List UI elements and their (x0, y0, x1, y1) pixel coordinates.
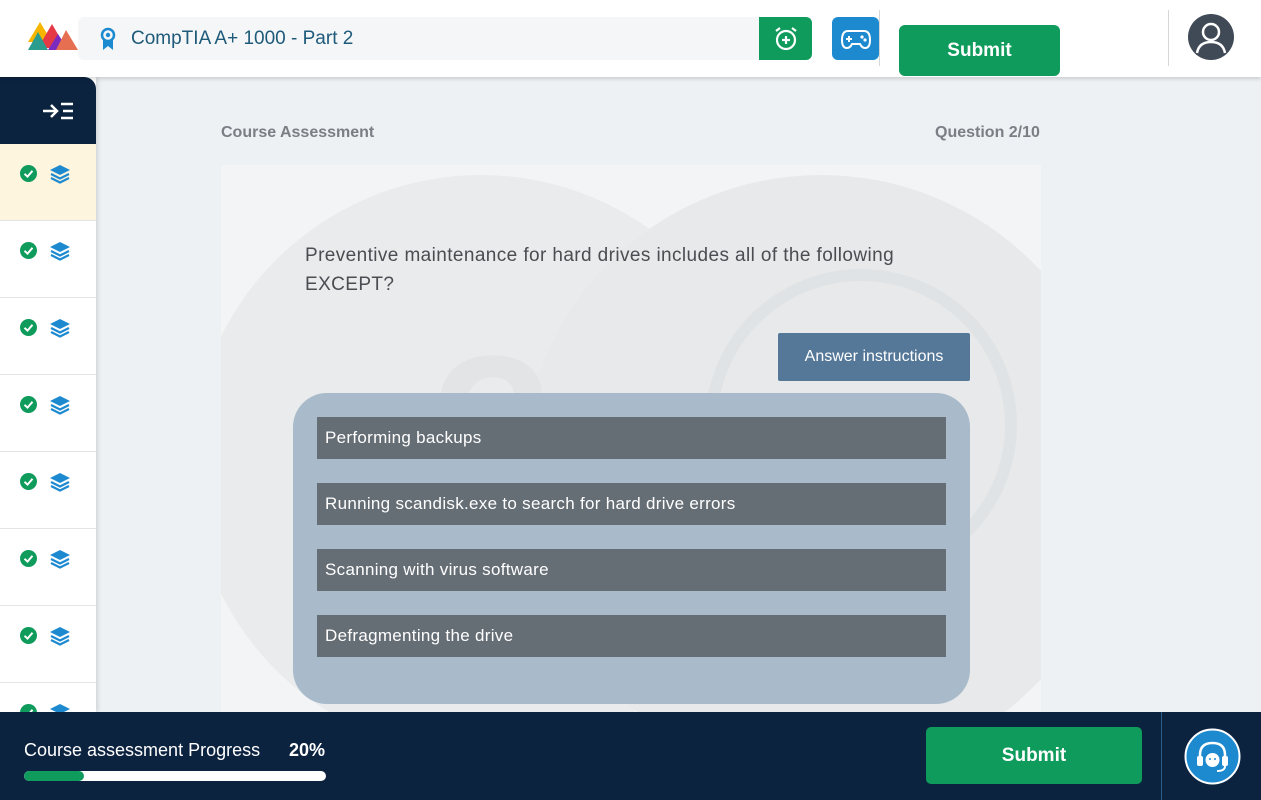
layers-icon (50, 627, 70, 646)
header-divider (879, 10, 880, 66)
progress-bar-fill (24, 771, 85, 781)
footer-divider (1161, 712, 1162, 800)
arrow-right-list-icon (43, 102, 73, 119)
progress-percent: 20% (289, 740, 326, 760)
answer-option[interactable]: Scanning with virus software (317, 549, 946, 591)
submit-button-top[interactable]: Submit (899, 25, 1060, 76)
sidebar (0, 77, 96, 712)
sidebar-item[interactable] (0, 221, 96, 298)
layers-icon (50, 473, 70, 492)
top-header: CompTIA A+ 1000 - Part 2 Submit (0, 0, 1261, 77)
section-label: Course Assessment (221, 124, 375, 141)
footer-bar: Course assessment Progress 20% Submit (0, 712, 1261, 800)
game-button[interactable] (832, 17, 879, 60)
sidebar-toggle[interactable] (0, 77, 96, 144)
check-circle-icon (20, 627, 37, 644)
course-title: CompTIA A+ 1000 - Part 2 (131, 27, 354, 49)
submit-button-bottom[interactable]: Submit (926, 727, 1142, 784)
layers-icon (50, 319, 70, 338)
sidebar-item[interactable] (0, 144, 96, 221)
sidebar-item[interactable] (0, 529, 96, 606)
sidebar-list (0, 144, 96, 712)
check-circle-icon (20, 319, 37, 336)
headset-support-icon[interactable] (1184, 728, 1241, 785)
course-title-bar: CompTIA A+ 1000 - Part 2 (78, 17, 760, 60)
check-circle-icon (20, 550, 37, 567)
question-text: Preventive maintenance for hard drives i… (305, 245, 895, 295)
check-circle-icon (20, 396, 37, 413)
gamepad-icon (840, 29, 871, 49)
logo-icon (28, 22, 78, 50)
alarm-button[interactable] (759, 17, 812, 60)
check-circle-icon (20, 704, 37, 712)
alarm-clock-plus-icon (774, 26, 797, 50)
answer-instructions-button[interactable]: Answer instructions (778, 333, 970, 381)
check-circle-icon (20, 473, 37, 490)
question-counter: Question 2/10 (935, 124, 1040, 141)
progress-label: Course assessment Progress (24, 740, 261, 760)
progress-bar (24, 771, 326, 781)
check-circle-icon (20, 165, 37, 182)
check-circle-icon (20, 242, 37, 259)
layers-icon (50, 396, 70, 415)
layers-icon (50, 704, 70, 712)
sidebar-item[interactable] (0, 606, 96, 683)
answer-option[interactable]: Running scandisk.exe to search for hard … (317, 483, 946, 525)
answer-option[interactable]: Defragmenting the drive (317, 615, 946, 657)
user-avatar-icon[interactable] (1188, 14, 1234, 60)
layers-icon (50, 242, 70, 261)
sidebar-item[interactable] (0, 375, 96, 452)
sidebar-item[interactable] (0, 452, 96, 529)
answer-option[interactable]: Performing backups (317, 417, 946, 459)
sidebar-item[interactable] (0, 683, 96, 712)
layers-icon (50, 550, 70, 569)
header-divider (1168, 10, 1169, 66)
sidebar-item[interactable] (0, 298, 96, 375)
layers-icon (50, 165, 70, 184)
award-badge-icon (100, 27, 116, 50)
